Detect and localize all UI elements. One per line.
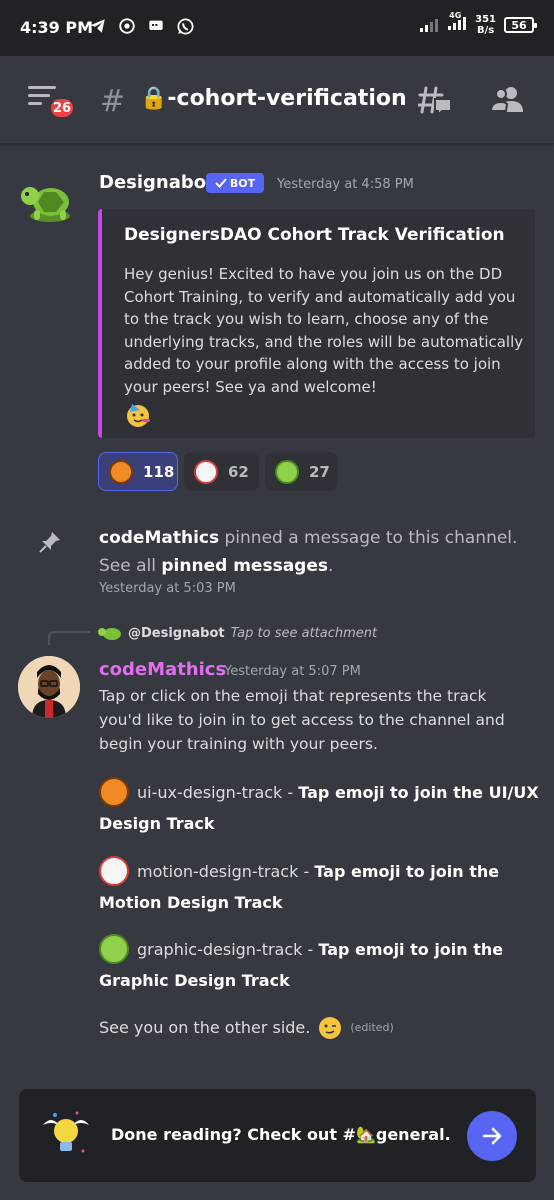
chrome-icon [117, 16, 137, 36]
notification-icons [88, 16, 195, 36]
reaction-basketball[interactable]: 118 [98, 452, 178, 491]
signal-icon [420, 19, 439, 32]
reply-reference[interactable]: @Designabot Tap to see attachment [98, 624, 377, 642]
telegram-icon [88, 16, 108, 36]
basketball-icon [109, 459, 133, 484]
bot-tag: BOT [206, 173, 264, 193]
go-to-general-button[interactable] [467, 1111, 517, 1161]
status-bar: 4:39 PM 4G 351 B/s 56 [0, 0, 554, 56]
user-timestamp: Yesterday at 5:07 PM [224, 664, 361, 679]
members-button[interactable] [489, 84, 524, 114]
lightbulb-icon [37, 1107, 95, 1169]
pinned-system-message: codeMathics pinned a message to this cha… [99, 528, 518, 576]
message-icon [146, 16, 166, 36]
embed-description: Hey genius! Excited to have you join us … [124, 263, 524, 435]
track-line-motion: motion-design-track - Tap emoji to join … [99, 855, 539, 917]
status-time: 4:39 PM [20, 18, 94, 37]
user-portrait-icon [18, 656, 80, 718]
bot-author-name[interactable]: Designabot [99, 172, 215, 193]
tennis-ball-icon [275, 459, 299, 484]
basketball-icon [99, 776, 129, 807]
system-indicators: 4G 351 B/s 56 [419, 11, 537, 36]
winking-face-icon [319, 1017, 342, 1039]
bot-timestamp: Yesterday at 4:58 PM [277, 177, 414, 192]
verification-embed: DesignersDAO Cohort Track Verification H… [98, 209, 535, 438]
signal-4g-icon: 4G [447, 11, 467, 35]
system-timestamp: Yesterday at 5:03 PM [99, 581, 236, 596]
turtle-mini-icon [98, 628, 121, 640]
whatsapp-icon [175, 16, 195, 36]
edited-label: (edited) [350, 1021, 394, 1034]
verified-check-icon [215, 178, 227, 188]
baseball-icon [99, 855, 129, 886]
arrow-right-icon [482, 1127, 502, 1145]
reaction-baseball[interactable]: 62 [184, 452, 259, 491]
done-reading-banner[interactable]: Done reading? Check out #🏡general. [19, 1089, 536, 1182]
battery-icon: 56 [504, 17, 537, 33]
network-speed: 351 B/s [475, 14, 496, 36]
codemathics-avatar[interactable] [18, 656, 80, 718]
baseball-icon [194, 459, 218, 484]
reply-connector [48, 631, 90, 645]
embed-title: DesignersDAO Cohort Track Verification [124, 225, 505, 245]
system-actor[interactable]: codeMathics [99, 528, 219, 548]
user-author-name[interactable]: codeMathics [99, 659, 226, 680]
track-line-ui-ux: ui-ux-design-track - Tap emoji to join t… [99, 776, 539, 838]
track-line-graphic: graphic-design-track - Tap emoji to join… [99, 933, 539, 995]
members-icon [489, 87, 523, 112]
pinned-messages-link[interactable]: pinned messages [161, 556, 328, 576]
turtle-icon [21, 187, 70, 222]
message-outro: See you on the other side. (edited) [99, 1016, 394, 1040]
channel-hash-icon: # [100, 84, 126, 119]
threads-button[interactable] [417, 84, 454, 118]
reaction-tennis-ball[interactable]: 27 [265, 452, 338, 491]
banner-text: Done reading? Check out #🏡general. [111, 1125, 451, 1144]
tennis-ball-icon [99, 933, 129, 964]
designabot-avatar[interactable] [18, 172, 80, 234]
message-intro: Tap or click on the emoji that represent… [99, 687, 505, 753]
unread-badge: 26 [48, 96, 76, 120]
party-face-emoji [124, 400, 524, 435]
channel-title: 🔒-cohort-verification [140, 86, 407, 111]
threads-icon [417, 86, 452, 118]
pin-icon [38, 530, 62, 554]
